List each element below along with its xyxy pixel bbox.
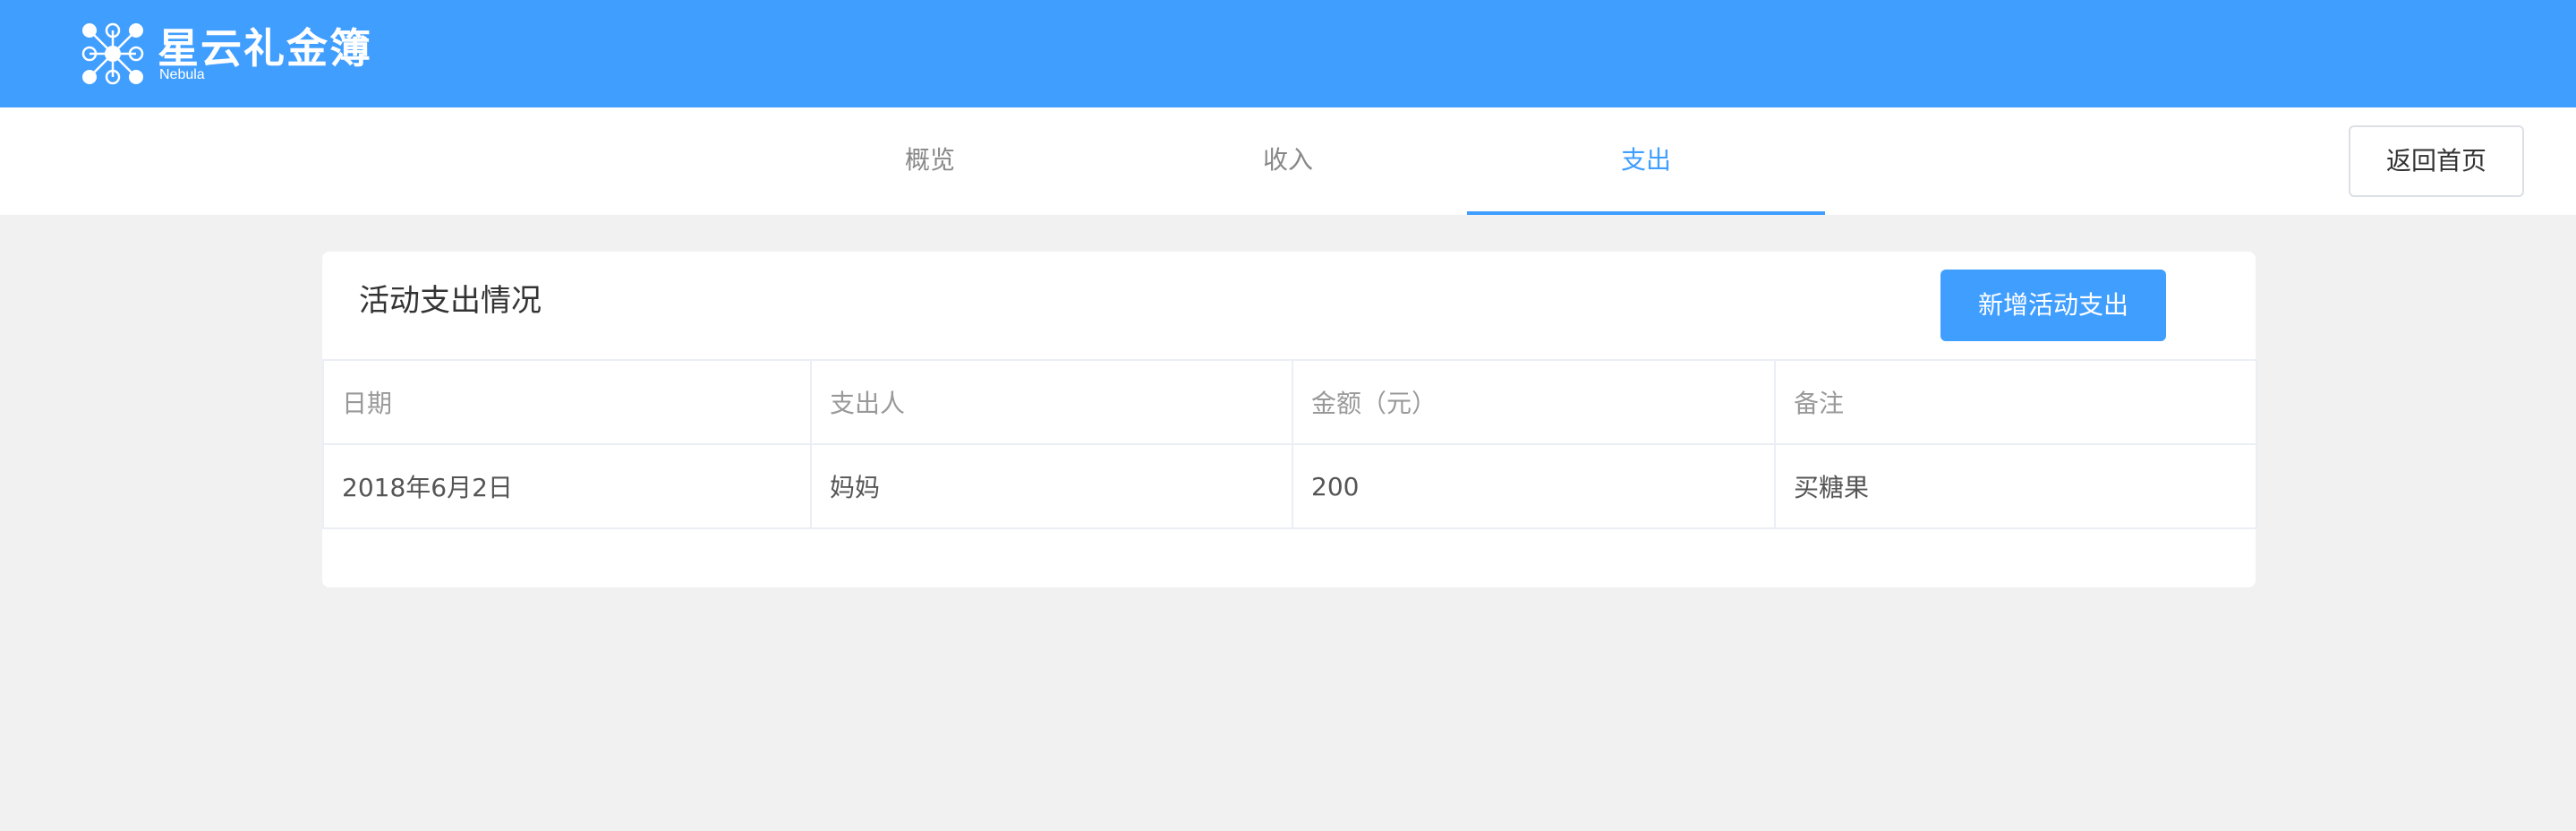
cell-amount: 200	[1292, 443, 1776, 529]
logo-title: 星云礼金簿	[158, 24, 372, 73]
header-bar: 星云礼金簿 Nebula	[0, 0, 2576, 107]
tab-overview[interactable]: 概览	[751, 107, 1109, 215]
card-title: 活动支出情况	[359, 283, 542, 319]
column-header-amount[interactable]: 金额（元）	[1292, 359, 1776, 445]
tab-expense[interactable]: 支出	[1467, 107, 1825, 215]
column-header-date[interactable]: 日期	[322, 359, 812, 445]
add-expense-button[interactable]: 新增活动支出	[1941, 270, 2166, 341]
table-header-row: 日期 支出人 金额（元） 备注	[322, 359, 2257, 445]
logo-subtitle: Nebula	[159, 67, 205, 82]
table-row[interactable]: 2018年6月2日 妈妈 200 买糖果	[322, 443, 2257, 529]
column-header-note[interactable]: 备注	[1774, 359, 2257, 445]
cell-note: 买糖果	[1774, 443, 2257, 529]
expense-card: 活动支出情况 新增活动支出 日期 支出人 金额（元） 备注 2018年6月2日 …	[322, 252, 2257, 587]
tab-income[interactable]: 收入	[1109, 107, 1467, 215]
expense-table: 日期 支出人 金额（元） 备注 2018年6月2日 妈妈 200 买糖果	[322, 359, 2257, 529]
nebula-logo-icon	[81, 22, 144, 85]
cell-payer: 妈妈	[810, 443, 1293, 529]
back-home-button[interactable]: 返回首页	[2349, 125, 2524, 197]
cell-date: 2018年6月2日	[322, 443, 812, 529]
tab-navigation: 概览 收入 支出 返回首页	[0, 107, 2576, 215]
column-header-payer[interactable]: 支出人	[810, 359, 1293, 445]
